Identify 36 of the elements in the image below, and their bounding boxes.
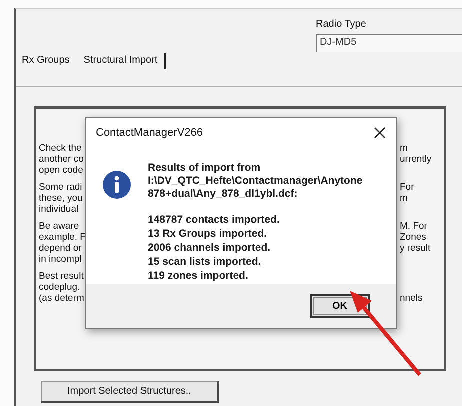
text-fragment: Best result (39, 271, 84, 282)
message-text: I:\DV_QTC_Hefte\Contactmanager\Anytone (148, 175, 363, 188)
close-icon (374, 127, 386, 139)
tab[interactable]: Rx Groups (16, 53, 78, 69)
text-fragment: M. For (400, 221, 428, 232)
text-fragment: For (400, 182, 416, 193)
text-fragment: m (400, 143, 409, 154)
text-fragment: Be aware (39, 221, 80, 232)
text-fragment: (as determ (39, 293, 84, 304)
text-fragment: nnels (400, 293, 424, 304)
text-fragment: depend or (39, 243, 82, 254)
result-text: 2006 channels imported. (148, 241, 272, 255)
result-text: 119 zones imported. (148, 269, 250, 283)
text-fragment: individual (39, 204, 79, 215)
radio-type-field[interactable]: DJ-MD5 (316, 34, 462, 52)
tab[interactable]: Structural Import (78, 53, 166, 69)
dialog-title: ContactManagerV266 (96, 127, 204, 139)
result-text: 148787 contacts imported. (148, 213, 281, 227)
text-fragment: Check the (39, 143, 82, 154)
import-button[interactable]: Import Selected Structures.. (41, 381, 219, 403)
info-icon (102, 170, 132, 200)
text-fragment: in incompl (39, 254, 82, 265)
field-label: Radio Type (316, 19, 368, 32)
text-fragment: codeplug. (39, 282, 80, 293)
text-fragment: m (400, 193, 409, 204)
text-fragment: Some radi (39, 182, 82, 193)
result-text: 13 Rx Groups imported. (148, 227, 268, 241)
text-fragment: another co (39, 154, 84, 165)
text-fragment: urrently (400, 154, 433, 165)
message-text: Results of import from (148, 162, 262, 175)
text-fragment: open code (39, 165, 84, 176)
text-fragment: Zones (400, 232, 428, 243)
result-text: 15 scan lists imported. (148, 255, 262, 269)
text-fragment: these, you (39, 193, 83, 204)
message-text: 878+dual\Any_878_dl1ybl.dcf: (148, 188, 299, 201)
text-fragment: y result (400, 243, 432, 254)
